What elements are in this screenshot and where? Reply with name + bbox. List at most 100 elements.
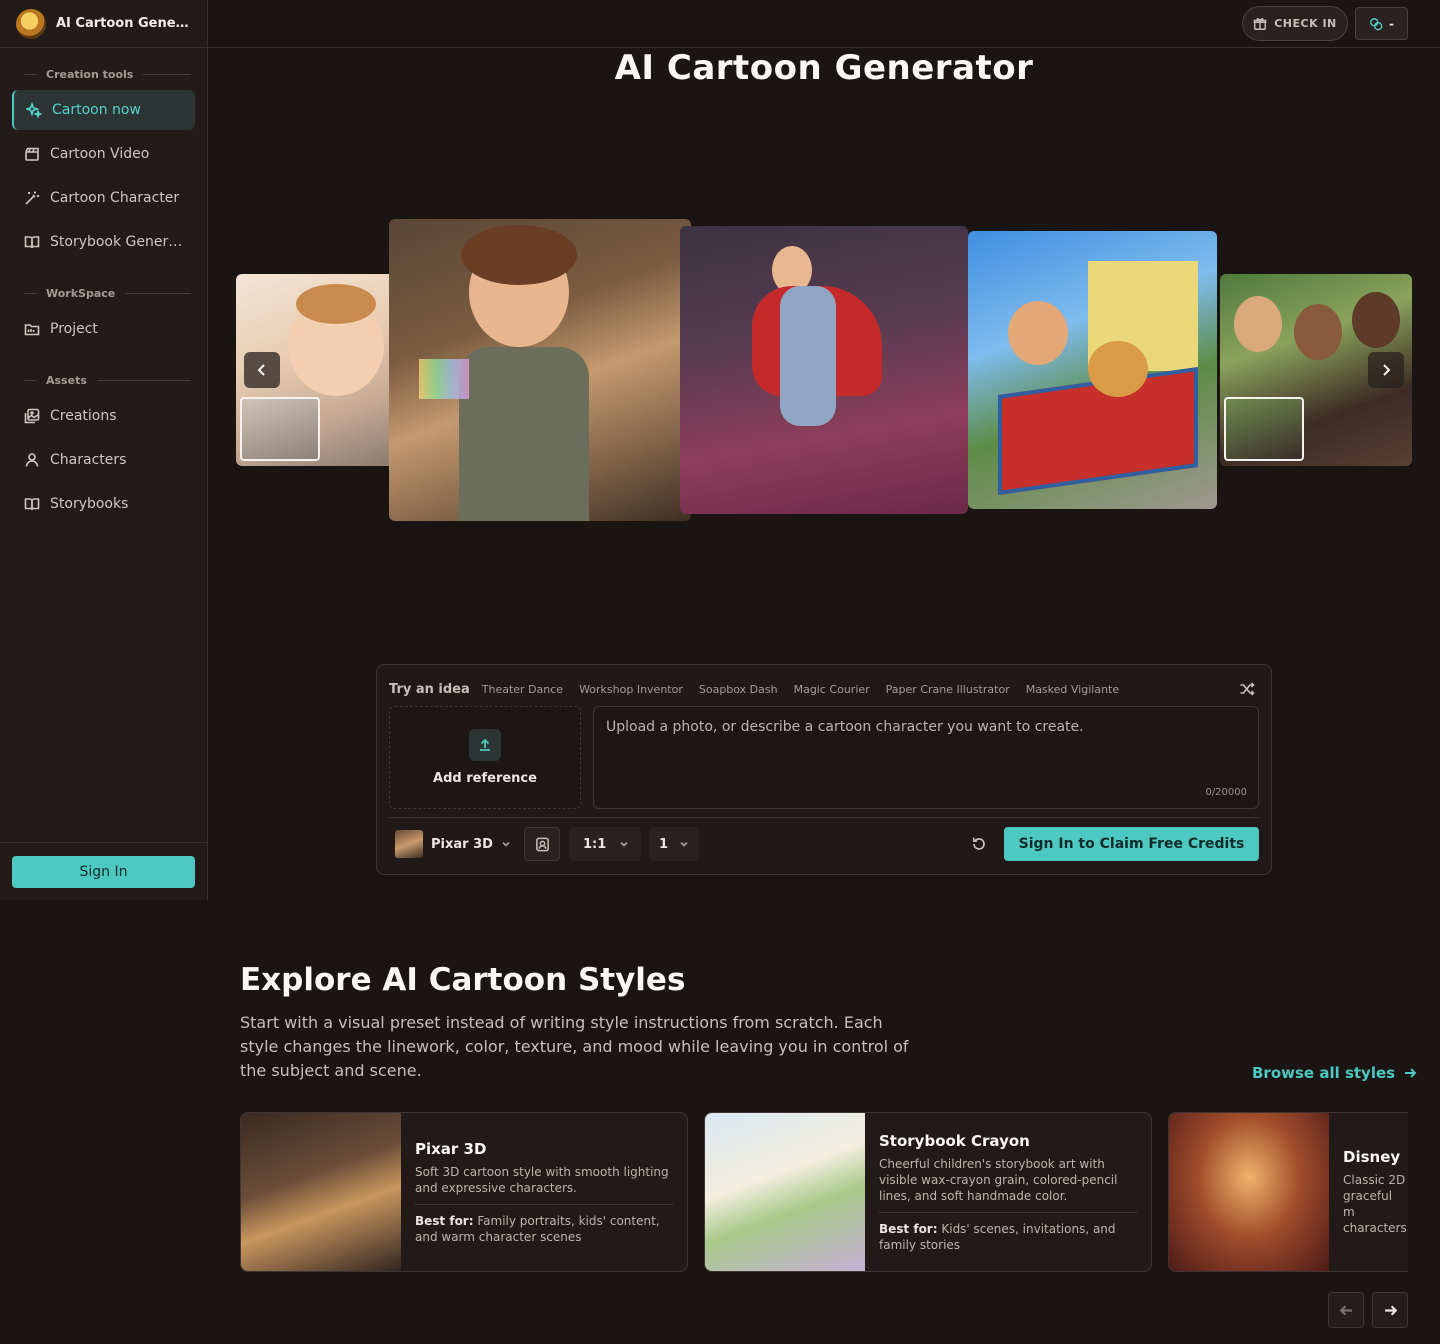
- idea-chip[interactable]: Theater Dance: [482, 683, 563, 696]
- carousel-image-theater-dance[interactable]: [680, 226, 968, 514]
- idea-chip[interactable]: Soapbox Dash: [699, 683, 778, 696]
- best-for-label: Best for:: [415, 1213, 474, 1228]
- style-card-description: Soft 3D cartoon style with smooth lighti…: [415, 1164, 673, 1205]
- panel-divider: [389, 817, 1259, 818]
- page-title: AI Cartoon Generator: [614, 48, 1034, 88]
- explore-title: Explore AI Cartoon Styles: [240, 962, 686, 998]
- sidebar-item-storybooks[interactable]: Storybooks: [12, 484, 195, 524]
- face-reference-button[interactable]: [524, 827, 560, 861]
- browse-all-styles-link[interactable]: Browse all styles: [1252, 1064, 1417, 1082]
- style-card-storybook-crayon[interactable]: Storybook Crayon Cheerful children's sto…: [704, 1112, 1152, 1272]
- check-in-label: CHECK IN: [1274, 17, 1337, 30]
- sidebar-item-project[interactable]: Project: [12, 309, 195, 349]
- arrow-left-icon: [1339, 1304, 1352, 1316]
- style-card-body: Disney Classic 2D graceful m characters: [1329, 1113, 1408, 1271]
- carousel-image-workshop-inventor[interactable]: [389, 219, 691, 521]
- explore-description: Start with a visual preset instead of wr…: [240, 1013, 909, 1080]
- style-card-description: Cheerful children's storybook art with v…: [879, 1156, 1137, 1213]
- style-selector-label: Pixar 3D: [431, 836, 493, 852]
- prompt-panel: Try an idea Theater Dance Workshop Inven…: [376, 664, 1272, 875]
- user-icon: [25, 453, 39, 467]
- sidebar-item-label: Cartoon Video: [50, 146, 150, 162]
- chevron-down-icon: [502, 841, 510, 847]
- style-card-name: Storybook Crayon: [879, 1131, 1030, 1150]
- sign-in-button[interactable]: Sign In: [12, 856, 195, 888]
- sidebar-item-label: Project: [50, 321, 98, 337]
- book-open-icon: [24, 498, 40, 511]
- brand[interactable]: AI Cartoon Gener...: [0, 0, 207, 48]
- style-card-description: Classic 2D graceful m characters: [1343, 1173, 1407, 1235]
- carousel-prev-button[interactable]: [244, 352, 280, 388]
- section-workspace: WorkSpace: [0, 287, 207, 300]
- person-face-2: [1294, 304, 1342, 360]
- sidebar-item-creations[interactable]: Creations: [12, 396, 195, 436]
- sidebar: AI Cartoon Gener... Creation tools Carto…: [0, 0, 208, 900]
- style-thumbnail: [395, 830, 423, 858]
- sidebar-item-cartoon-video[interactable]: Cartoon Video: [12, 134, 195, 174]
- carousel-next-button[interactable]: [1368, 352, 1404, 388]
- sidebar-item-cartoon-now[interactable]: Cartoon now: [12, 90, 195, 130]
- character-counter: 0/20000: [1205, 787, 1247, 798]
- prompt-input[interactable]: [593, 706, 1259, 809]
- style-card-image: [1169, 1113, 1329, 1271]
- idea-chip[interactable]: Workshop Inventor: [579, 683, 683, 696]
- rotate-ccw-icon: [972, 837, 985, 850]
- upload-icon: [480, 738, 490, 751]
- idea-chip[interactable]: Magic Courier: [794, 683, 870, 696]
- style-card-best-for: Best for: Family portraits, kids' conten…: [415, 1205, 673, 1245]
- gift-icon: [1253, 17, 1267, 30]
- credits-button[interactable]: -: [1355, 7, 1408, 40]
- sidebar-item-label: Creations: [50, 408, 117, 424]
- sparkles-icon: [26, 102, 42, 118]
- person-face-3: [1352, 292, 1400, 348]
- style-card-disney[interactable]: Disney Classic 2D graceful m characters: [1168, 1112, 1408, 1272]
- sidebar-item-label: Cartoon now: [52, 102, 141, 118]
- arrow-right-icon: [1405, 1068, 1417, 1078]
- browse-label: Browse all styles: [1252, 1064, 1396, 1082]
- portrait-icon: [535, 837, 549, 851]
- cards-next-button[interactable]: [1372, 1292, 1408, 1328]
- claim-credits-button[interactable]: Sign In to Claim Free Credits: [1004, 827, 1259, 861]
- images-icon: [24, 408, 40, 424]
- sidebar-item-label: Storybooks: [50, 496, 129, 512]
- idea-chip[interactable]: Masked Vigilante: [1026, 683, 1119, 696]
- light-tubes: [419, 359, 469, 399]
- image-count-value: 1: [659, 836, 669, 852]
- carousel-thumbnail-baby[interactable]: [240, 397, 320, 461]
- reset-button[interactable]: [971, 836, 987, 852]
- add-reference-button[interactable]: Add reference: [389, 706, 581, 809]
- inventor-body: [459, 347, 589, 521]
- sidebar-item-characters[interactable]: Characters: [12, 440, 195, 480]
- sidebar-item-cartoon-character[interactable]: Cartoon Character: [12, 178, 195, 218]
- check-in-button[interactable]: CHECK IN: [1242, 6, 1348, 41]
- credits-value: -: [1389, 16, 1394, 31]
- style-card-pixar-3d[interactable]: Pixar 3D Soft 3D cartoon style with smoo…: [240, 1112, 688, 1272]
- folder-icon: [24, 324, 40, 336]
- image-count-selector[interactable]: 1: [649, 827, 699, 861]
- section-creation-tools: Creation tools: [0, 68, 207, 81]
- shuffle-ideas-button[interactable]: [1239, 681, 1255, 697]
- sidebar-item-storybook-generator[interactable]: Storybook Genera...: [12, 222, 195, 262]
- sidebar-item-label: Cartoon Character: [50, 190, 180, 206]
- aspect-ratio-value: 1:1: [583, 836, 607, 852]
- aspect-ratio-selector[interactable]: 1:1: [569, 827, 641, 861]
- carousel-image-soapbox-dash[interactable]: [968, 231, 1217, 509]
- prince-body: [780, 286, 836, 426]
- style-selector[interactable]: Pixar 3D: [395, 830, 511, 858]
- sidebar-item-label: Storybook Genera...: [50, 234, 183, 250]
- dog-face: [1088, 341, 1148, 397]
- style-card-best-for: Best for: Kids' scenes, invitations, and…: [879, 1213, 1137, 1253]
- add-reference-label: Add reference: [433, 771, 537, 786]
- book-open-icon: [24, 236, 40, 249]
- chevron-left-icon: [257, 364, 265, 376]
- cards-prev-button[interactable]: [1328, 1292, 1364, 1328]
- style-card-body: Pixar 3D Soft 3D cartoon style with smoo…: [401, 1113, 687, 1271]
- section-assets: Assets: [0, 374, 207, 387]
- chevron-down-icon: [680, 841, 688, 847]
- style-card-image: [705, 1113, 865, 1271]
- sidebar-item-label: Characters: [50, 452, 127, 468]
- sign-in-area: Sign In: [0, 842, 207, 888]
- style-card-name: Disney: [1343, 1148, 1401, 1166]
- idea-chip[interactable]: Paper Crane Illustrator: [886, 683, 1010, 696]
- carousel-thumbnail-vigilante[interactable]: [1224, 397, 1304, 461]
